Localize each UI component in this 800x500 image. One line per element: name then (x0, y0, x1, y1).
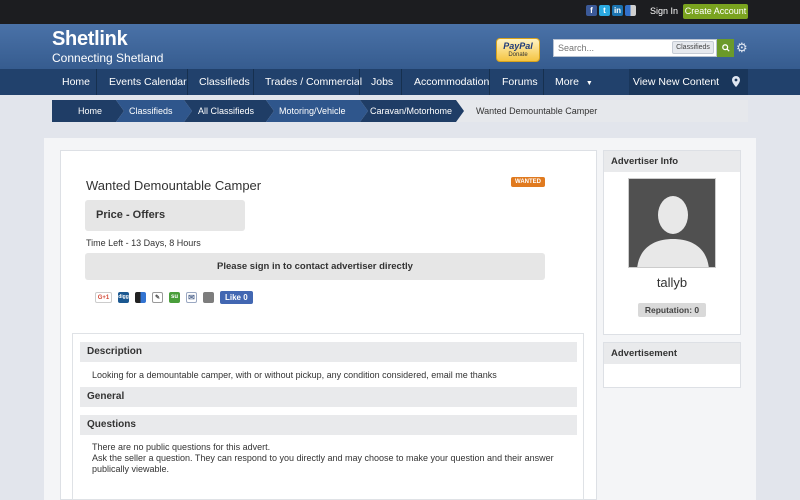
breadcrumb: Home Classifieds All Classifieds Motorin… (52, 100, 748, 122)
logo-title[interactable]: Shetlink (52, 28, 128, 51)
description-heading: Description (80, 342, 577, 362)
main-nav: Home Events Calendar Classifieds Trades … (0, 69, 800, 95)
view-new-content-link[interactable]: View New Content (629, 69, 723, 95)
social-links: f t in (586, 5, 636, 16)
questions-heading: Questions (80, 415, 577, 435)
price-box: Price - Offers (85, 200, 245, 231)
digg-icon[interactable]: digg (118, 292, 129, 303)
search-button[interactable] (717, 39, 734, 57)
breadcrumb-motoring-vehicle[interactable]: Motoring/Vehicle (279, 100, 346, 122)
delicious-icon[interactable] (625, 5, 636, 16)
questions-text-1: There are no public questions for this a… (92, 442, 271, 452)
user-silhouette-icon (629, 179, 715, 267)
advertiser-username[interactable]: tallyb (604, 275, 740, 290)
nav-events-calendar[interactable]: Events Calendar (109, 69, 187, 95)
chevron-down-icon: ▼ (585, 80, 593, 87)
search-input[interactable] (554, 40, 664, 56)
paypal-label: PayPal (503, 41, 533, 51)
advertiser-info-heading: Advertiser Info (604, 151, 740, 172)
logo-tagline: Connecting Shetland (52, 51, 164, 65)
google-plus-icon[interactable]: G+1 (95, 292, 112, 303)
contact-advertiser-notice[interactable]: Please sign in to contact advertiser dir… (85, 253, 545, 280)
paypal-donate-button[interactable]: PayPal Donate (496, 38, 540, 62)
breadcrumb-caravan-motorhome[interactable]: Caravan/Motorhome (370, 100, 452, 122)
breadcrumb-all-classifieds[interactable]: All Classifieds (198, 100, 254, 122)
breadcrumb-classifieds[interactable]: Classifieds (129, 100, 173, 122)
description-text: Looking for a demountable camper, with o… (92, 370, 497, 380)
avatar[interactable] (628, 178, 716, 268)
map-pin-icon[interactable] (723, 69, 748, 95)
delicious-icon[interactable] (135, 292, 146, 303)
time-left: Time Left - 13 Days, 8 Hours (86, 238, 201, 248)
nav-more[interactable]: More ▼ (555, 69, 593, 95)
nav-forums[interactable]: Forums (502, 69, 538, 95)
ad-title: Wanted Demountable Camper (86, 178, 262, 193)
donate-label: Donate (508, 52, 528, 58)
gear-icon[interactable]: ⚙ (736, 40, 748, 56)
sign-in-link[interactable]: Sign In (650, 6, 678, 16)
pinterest-icon[interactable]: ✎ (152, 292, 163, 303)
facebook-icon[interactable]: f (586, 5, 597, 16)
general-heading: General (80, 387, 577, 407)
nav-accommodation[interactable]: Accommodation (414, 69, 489, 95)
stumbleupon-icon[interactable]: su (169, 292, 180, 303)
nav-more-label: More (555, 76, 579, 88)
nav-jobs[interactable]: Jobs (371, 69, 393, 95)
search-icon (721, 44, 730, 52)
questions-text-2: Ask the seller a question. They can resp… (92, 453, 554, 474)
facebook-like-button[interactable]: Like 0 (220, 291, 253, 304)
breadcrumb-current: Wanted Demountable Camper (476, 106, 598, 116)
reputation-badge: Reputation: 0 (638, 303, 706, 317)
create-account-button[interactable]: Create Account (683, 4, 748, 19)
twitter-icon[interactable]: t (599, 5, 610, 16)
advertisement-heading: Advertisement (604, 343, 740, 364)
share-bar: G+1 digg ✎ su ✉ Like 0 (95, 291, 253, 304)
nav-classifieds[interactable]: Classifieds (199, 69, 250, 95)
search-scope-select[interactable]: Classifieds (672, 41, 714, 54)
nav-trades-commercial[interactable]: Trades / Commercial (265, 69, 362, 95)
breadcrumb-home[interactable]: Home (78, 100, 102, 122)
email-icon[interactable]: ✉ (186, 292, 197, 303)
wanted-badge: WANTED (511, 177, 545, 187)
top-bar: f t in Sign In Create Account (0, 0, 800, 24)
print-icon[interactable] (203, 292, 214, 303)
linkedin-icon[interactable]: in (612, 5, 623, 16)
nav-home[interactable]: Home (62, 69, 90, 95)
